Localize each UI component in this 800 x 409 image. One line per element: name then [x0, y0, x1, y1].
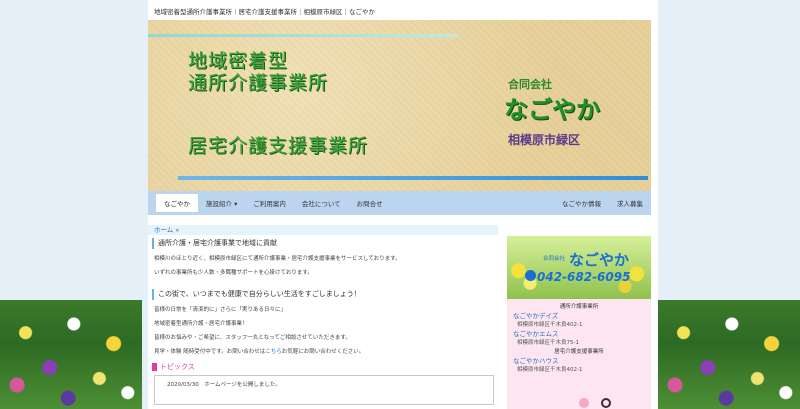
banner-company-type: 合同会社 [543, 256, 566, 262]
section2-paragraph2: 地域密着型通所介護・居宅介護事業！ [154, 321, 248, 327]
topics-heading-label: トピックス [160, 363, 195, 371]
breadcrumb-home[interactable]: ホーム » [148, 225, 498, 235]
nav-item-company[interactable]: 会社について [294, 191, 349, 215]
section1-heading: 通所介護・居宅介護事業で地域に貢献 [152, 238, 498, 249]
hero-area: 相模原市緑区 [508, 133, 581, 147]
contact-prefix: 見学・体験 随時受付中です。お問い合わせは [154, 349, 266, 355]
contact-link[interactable]: こちら [265, 349, 282, 355]
hero-heading-line2: 通所介護事業所 [188, 72, 329, 94]
hero-heading-line3: 居宅介護支援事業所 [188, 135, 369, 157]
sidebar: 合同会社 なごやか 042-682-6095 通所介護事業所 なごやかデイズ 相… [507, 236, 651, 409]
hero-heading-line1: 地域密着型 [188, 50, 289, 72]
main-nav: なごやか 施設紹介 ▾ ご利用案内 会社について お問合せ なごやか情報 求人募… [148, 191, 651, 215]
nav-item-recruit[interactable]: 求人募集 [609, 191, 651, 215]
section2-paragraph4: 見学・体験 随時受付中です。お問い合わせはこちらお気軽にお問い合わせください。 [154, 348, 498, 356]
banner-phone: 042-682-6095 [537, 270, 631, 284]
topics-marker-icon [152, 363, 157, 371]
office2-address: 相模原市緑区千木良75-1 [517, 340, 579, 346]
nav-item-contact[interactable]: お問合せ [349, 191, 391, 215]
nav-item-guide[interactable]: ご利用案内 [245, 191, 294, 215]
section2-paragraph3: 皆様のお悩みや・ご希望に、スタッフ一丸となってご相談させていただきます。 [154, 335, 351, 341]
office3-address: 相模原市緑区千木良402-1 [517, 367, 583, 373]
hero-top-line [148, 34, 458, 37]
topics-list: 2020/03/30 ホームページを公開しました。 [154, 375, 494, 405]
hero-bottom-line [178, 176, 648, 180]
section2-heading: この街で、いつまでも健康で自分らしい生活をすごしましょう！ [152, 289, 498, 300]
page-container: 地域密着型通所介護事業所｜居宅介護支援事業所｜相模原市緑区｜なごやか 地域密着型… [148, 0, 658, 409]
flower-decoration-right [658, 300, 800, 409]
topics-heading: トピックス [152, 362, 498, 372]
nav-item-info[interactable]: なごやか情報 [554, 191, 609, 215]
office1-name[interactable]: なごやかデイズ [507, 312, 651, 321]
hero-company-name: なごやか [504, 96, 600, 124]
hero-banner: 地域密着型 通所介護事業所 居宅介護支援事業所 合同会社 なごやか 相模原市緑区 [148, 20, 651, 191]
nav-item-home[interactable]: なごやか [156, 194, 198, 212]
flower-decoration-left [0, 300, 142, 409]
hero-heading: 地域密着型 通所介護事業所 [188, 50, 328, 94]
office-category-care: 居宅介護支援事業所 [554, 349, 604, 355]
section1-paragraph2: いずれの事業所も少人数・多職種サポートを心掛けております。 [154, 270, 313, 276]
section1-paragraph1: 相模川のほとり近く、相模原市緑区にて通所介護事業・居宅介護支援事業をサービスして… [154, 256, 401, 262]
sakura-icon [579, 398, 589, 408]
office1-address: 相模原市緑区千木良402-1 [517, 322, 583, 328]
nav-item-facilities[interactable]: 施設紹介 ▾ [198, 191, 245, 215]
main-content: 通所介護・居宅介護事業で地域に貢献 相模川のほとり近く、相模原市緑区にて通所介護… [148, 238, 498, 405]
phone-icon [525, 270, 536, 281]
paw-icon [601, 398, 611, 408]
contact-suffix: お気軽にお問い合わせください。 [281, 349, 365, 355]
site-title-bar: 地域密着型通所介護事業所｜居宅介護支援事業所｜相模原市緑区｜なごやか [154, 8, 375, 16]
office-category-day: 通所介護事業所 [559, 304, 599, 310]
sidebar-banner[interactable]: 合同会社 なごやか 042-682-6095 [507, 236, 651, 299]
office2-name[interactable]: なごやかエムス [507, 330, 651, 339]
topics-item[interactable]: 2020/03/30 ホームページを公開しました。 [167, 380, 493, 388]
banner-company-name: なごやか [569, 251, 630, 269]
office3-name[interactable]: なごやかハウス [507, 357, 651, 366]
section2-paragraph1: 皆様の日常を「清潔的に」さらに「実りある日々に」 [154, 307, 287, 313]
office-list: 通所介護事業所 なごやかデイズ 相模原市緑区千木良402-1 なごやかエムス 相… [507, 299, 651, 375]
